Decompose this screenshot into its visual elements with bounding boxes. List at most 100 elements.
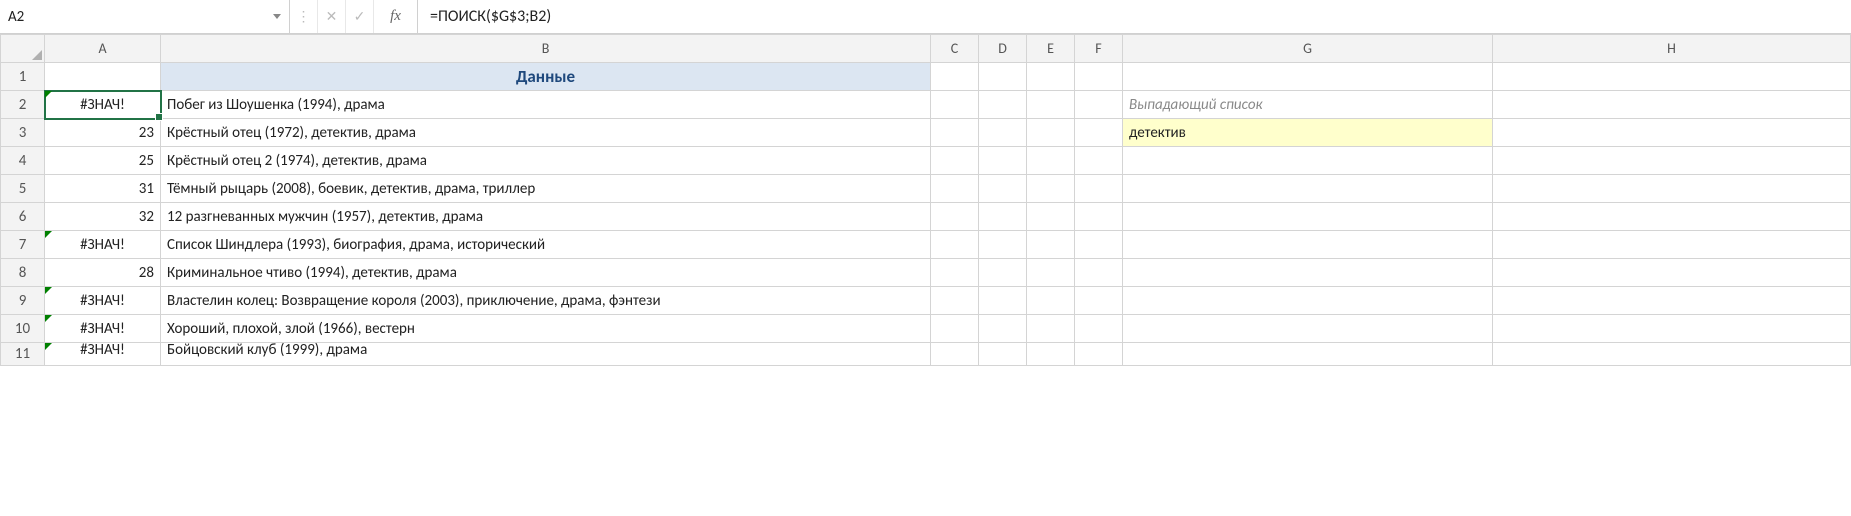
cell[interactable] xyxy=(931,315,979,343)
cell[interactable] xyxy=(1027,231,1075,259)
cell[interactable]: #ЗНАЧ! xyxy=(45,287,161,315)
cell[interactable] xyxy=(1493,315,1851,343)
cell[interactable]: Выпадающий список xyxy=(1123,91,1493,119)
cell[interactable] xyxy=(979,287,1027,315)
col-header-H[interactable]: H xyxy=(1493,35,1851,63)
cell[interactable] xyxy=(1075,147,1123,175)
row-header[interactable]: 5 xyxy=(1,175,45,203)
cell[interactable]: детектив xyxy=(1123,119,1493,147)
cell[interactable] xyxy=(1027,119,1075,147)
cell[interactable] xyxy=(931,343,979,366)
enter-icon[interactable]: ✓ xyxy=(346,0,374,33)
cell[interactable] xyxy=(1123,175,1493,203)
cell[interactable] xyxy=(1493,287,1851,315)
cell[interactable] xyxy=(1493,343,1851,366)
row-header[interactable]: 10 xyxy=(1,315,45,343)
cell[interactable]: Данные xyxy=(161,63,931,91)
cell[interactable] xyxy=(1075,175,1123,203)
cell[interactable] xyxy=(931,287,979,315)
cell[interactable] xyxy=(979,147,1027,175)
cell[interactable] xyxy=(931,63,979,91)
cell[interactable] xyxy=(931,203,979,231)
select-all-corner[interactable] xyxy=(1,35,45,63)
row-header[interactable]: 1 xyxy=(1,63,45,91)
cell[interactable] xyxy=(1075,119,1123,147)
cell[interactable]: #ЗНАЧ! xyxy=(45,231,161,259)
cell[interactable] xyxy=(1027,175,1075,203)
cell[interactable] xyxy=(1493,259,1851,287)
cell[interactable] xyxy=(931,175,979,203)
cell[interactable]: Бойцовский клуб (1999), драма xyxy=(161,343,931,366)
col-header-A[interactable]: A xyxy=(45,35,161,63)
cell[interactable]: Хороший, плохой, злой (1966), вестерн xyxy=(161,315,931,343)
cell[interactable] xyxy=(1123,63,1493,91)
cell[interactable] xyxy=(1123,287,1493,315)
name-box[interactable]: A2 xyxy=(0,0,290,33)
col-header-F[interactable]: F xyxy=(1075,35,1123,63)
dots-icon[interactable]: ⋮ xyxy=(290,0,318,33)
cell[interactable] xyxy=(1493,231,1851,259)
cell[interactable]: Побег из Шоушенка (1994), драма xyxy=(161,91,931,119)
cell[interactable]: Крёстный отец 2 (1974), детектив, драма xyxy=(161,147,931,175)
cell[interactable] xyxy=(1027,203,1075,231)
cell[interactable]: Властелин колец: Возвращение короля (200… xyxy=(161,287,931,315)
cell[interactable] xyxy=(1075,259,1123,287)
cell[interactable] xyxy=(1075,91,1123,119)
cell[interactable] xyxy=(1493,147,1851,175)
cell[interactable]: #ЗНАЧ! xyxy=(45,91,161,119)
row-header[interactable]: 7 xyxy=(1,231,45,259)
cell[interactable] xyxy=(931,147,979,175)
cell[interactable]: 25 xyxy=(45,147,161,175)
cell[interactable] xyxy=(1493,203,1851,231)
cell[interactable] xyxy=(45,63,161,91)
col-header-B[interactable]: B xyxy=(161,35,931,63)
spreadsheet-grid[interactable]: A B C D E F G H 1Данные2#ЗНАЧ!Побег из Ш… xyxy=(0,34,1851,366)
row-header[interactable]: 8 xyxy=(1,259,45,287)
cell[interactable] xyxy=(931,91,979,119)
cell[interactable] xyxy=(979,203,1027,231)
cell[interactable] xyxy=(1123,147,1493,175)
cell[interactable] xyxy=(979,91,1027,119)
cell[interactable]: Тёмный рыцарь (2008), боевик, детектив, … xyxy=(161,175,931,203)
row-header[interactable]: 4 xyxy=(1,147,45,175)
cell[interactable] xyxy=(1075,231,1123,259)
cell[interactable] xyxy=(1075,203,1123,231)
cell[interactable]: Список Шиндлера (1993), биография, драма… xyxy=(161,231,931,259)
cell[interactable] xyxy=(1027,147,1075,175)
cancel-icon[interactable]: ✕ xyxy=(318,0,346,33)
row-header[interactable]: 11 xyxy=(1,343,45,366)
cell[interactable] xyxy=(1027,287,1075,315)
cell[interactable] xyxy=(1493,175,1851,203)
cell[interactable] xyxy=(1075,343,1123,366)
cell[interactable] xyxy=(1493,91,1851,119)
cell[interactable] xyxy=(931,119,979,147)
cell[interactable] xyxy=(1075,287,1123,315)
cell[interactable]: 12 разгневанных мужчин (1957), детектив,… xyxy=(161,203,931,231)
row-header[interactable]: 2 xyxy=(1,91,45,119)
cell[interactable] xyxy=(1027,63,1075,91)
row-header[interactable]: 6 xyxy=(1,203,45,231)
col-header-G[interactable]: G xyxy=(1123,35,1493,63)
cell[interactable] xyxy=(1123,231,1493,259)
cell[interactable] xyxy=(979,63,1027,91)
cell[interactable]: #ЗНАЧ! xyxy=(45,315,161,343)
cell[interactable] xyxy=(979,175,1027,203)
fx-icon[interactable]: fx xyxy=(374,0,418,33)
cell[interactable] xyxy=(1493,63,1851,91)
cell[interactable] xyxy=(931,231,979,259)
cell[interactable] xyxy=(1027,343,1075,366)
cell[interactable] xyxy=(1493,119,1851,147)
cell[interactable] xyxy=(1123,259,1493,287)
cell[interactable] xyxy=(1123,315,1493,343)
cell[interactable] xyxy=(1027,259,1075,287)
cell[interactable] xyxy=(931,259,979,287)
cell[interactable]: 23 xyxy=(45,119,161,147)
cell[interactable]: Крёстный отец (1972), детектив, драма xyxy=(161,119,931,147)
cell[interactable] xyxy=(1027,91,1075,119)
cell[interactable]: Криминальное чтиво (1994), детектив, дра… xyxy=(161,259,931,287)
col-header-E[interactable]: E xyxy=(1027,35,1075,63)
col-header-D[interactable]: D xyxy=(979,35,1027,63)
row-header[interactable]: 3 xyxy=(1,119,45,147)
cell[interactable] xyxy=(1123,343,1493,366)
cell[interactable] xyxy=(1075,63,1123,91)
